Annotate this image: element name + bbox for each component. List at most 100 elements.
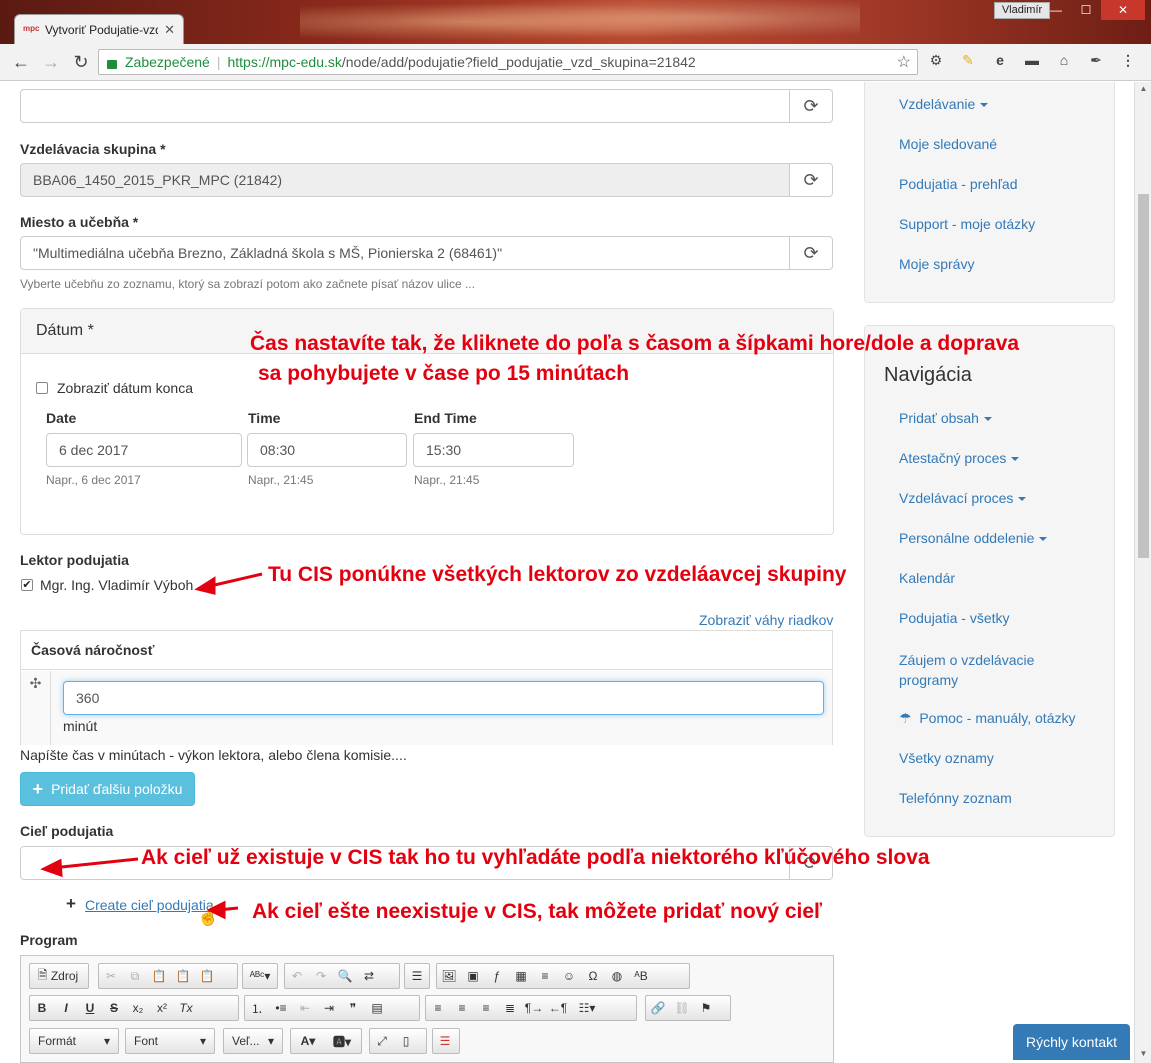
scroll-down-arrow-icon[interactable]: ▼	[1135, 1049, 1151, 1058]
show-blocks-icon[interactable]: ▯	[394, 1029, 418, 1053]
sidebar-item-education-process[interactable]: Vzdelávací proces	[899, 490, 1027, 506]
forward-arrow-icon[interactable]: →	[36, 52, 66, 73]
paste-text-icon[interactable]: 📋	[171, 964, 195, 988]
create-goal-link[interactable]: Create cieľ podujatia	[85, 897, 214, 913]
address-bar[interactable]: Zabezpečené | https://mpc-edu.sk/node/ad…	[98, 49, 918, 75]
iframe-icon[interactable]: ◍	[605, 964, 629, 988]
copy-icon[interactable]: ⧉	[123, 964, 147, 988]
edge-extension-icon[interactable]: e	[990, 52, 1010, 68]
sidebar-item-add-content[interactable]: Pridať obsah	[899, 410, 992, 426]
close-window-button[interactable]: ✕	[1101, 0, 1145, 20]
justify-icon[interactable]: ≣	[498, 996, 522, 1020]
anchor-flag-icon[interactable]: ⚑	[694, 996, 718, 1020]
sidebar-item-hr[interactable]: Personálne oddelenie	[899, 530, 1048, 546]
sidebar-item-help[interactable]: ☂ Pomoc - manuály, otázky	[899, 710, 1075, 727]
blockquote-icon[interactable]: ❞	[341, 996, 365, 1020]
remove-format-icon[interactable]: Tx	[174, 996, 198, 1020]
group-input[interactable]: BBA06_1450_2015_PKR_MPC (21842)	[20, 163, 790, 197]
reload-icon[interactable]: ↻	[66, 52, 96, 73]
align-left-icon[interactable]: ≡	[426, 996, 450, 1020]
sidebar-item-support[interactable]: Support - moje otázky	[899, 216, 1035, 232]
indent-icon[interactable]: ⇥	[317, 996, 341, 1020]
undo-icon[interactable]: ↶	[285, 964, 309, 988]
show-end-date-checkbox[interactable]	[36, 382, 48, 394]
maximize-icon[interactable]: ⤢	[370, 1029, 394, 1053]
page-break-icon[interactable]: ☰	[433, 1029, 457, 1053]
sidebar-item-education[interactable]: Vzdelávanie	[899, 96, 989, 112]
bidi-menu-icon[interactable]: ☷▾	[570, 996, 604, 1020]
refresh-icon[interactable]: ⟳	[790, 89, 833, 123]
back-arrow-icon[interactable]: ←	[6, 52, 36, 73]
browser-tab[interactable]: mpc Vytvoriť Podujatie-vzdelavanie ✕	[14, 14, 184, 44]
refresh-icon[interactable]: ⟳	[790, 236, 833, 270]
drag-handle-icon[interactable]: ✣	[21, 671, 51, 745]
spellcheck-icon[interactable]: ᴬᴮᶜ▾	[243, 964, 277, 988]
background-color-icon[interactable]: 🅰▾	[325, 1029, 359, 1053]
underline-icon[interactable]: U	[78, 996, 102, 1020]
outdent-icon[interactable]: ⇤	[293, 996, 317, 1020]
redo-icon[interactable]: ↷	[309, 964, 333, 988]
bulleted-list-icon[interactable]: •≡	[269, 996, 293, 1020]
align-right-icon[interactable]: ≡	[474, 996, 498, 1020]
sidebar-item-events-overview[interactable]: Podujatia - prehľad	[899, 176, 1018, 192]
refresh-icon[interactable]: ⟳	[790, 163, 833, 197]
top-autocomplete-input[interactable]	[20, 89, 790, 123]
unlink-icon[interactable]: ⛓	[670, 996, 694, 1020]
text-color-icon[interactable]: A▾	[291, 1029, 325, 1053]
place-input[interactable]: "Multimediálna učebňa Brezno, Základná š…	[20, 236, 790, 270]
select-all-icon[interactable]: ☰	[405, 964, 429, 988]
paste-word-icon[interactable]: 📋	[195, 964, 219, 988]
language-icon[interactable]: ᴬB	[629, 964, 653, 988]
smiley-icon[interactable]: ☺	[557, 964, 581, 988]
link-icon[interactable]: 🔗	[646, 996, 670, 1020]
rtl-icon[interactable]: ←¶	[546, 996, 570, 1020]
sidebar-item-calendar[interactable]: Kalendár	[899, 570, 955, 586]
cut-icon[interactable]: ✂	[99, 964, 123, 988]
settings-gear-extension-icon[interactable]: ⚙	[926, 52, 946, 69]
page-scrollbar[interactable]: ▲ ▼	[1134, 82, 1151, 1063]
size-select[interactable]: Veľ... ▾	[223, 1028, 283, 1054]
pen-extension-icon[interactable]: ✒	[1086, 52, 1106, 69]
show-row-weights-link[interactable]: Zobraziť váhy riadkov	[699, 612, 833, 628]
add-item-button[interactable]: + Pridať ďalšiu položku	[20, 772, 195, 806]
end-time-input[interactable]: 15:30	[413, 433, 574, 467]
sidebar-item-messages[interactable]: Moje správy	[899, 256, 974, 272]
sidebar-item-notices[interactable]: Všetky oznamy	[899, 750, 994, 766]
numbered-list-icon[interactable]: ⒈	[245, 996, 269, 1020]
font-select[interactable]: Font ▾	[125, 1028, 215, 1054]
superscript-icon[interactable]: x²	[150, 996, 174, 1020]
replace-icon[interactable]: ⇄	[357, 964, 381, 988]
sidebar-item-watched[interactable]: Moje sledované	[899, 136, 997, 152]
bold-icon[interactable]: B	[30, 996, 54, 1020]
source-button[interactable]: 🗎 Zdroj	[30, 964, 86, 988]
ltr-icon[interactable]: ¶→	[522, 996, 546, 1020]
menu-dots-icon[interactable]: ⋮	[1118, 52, 1138, 69]
scroll-up-arrow-icon[interactable]: ▲	[1135, 84, 1151, 93]
div-container-icon[interactable]: ▤	[365, 996, 389, 1020]
time-input[interactable]: 08:30	[247, 433, 407, 467]
align-center-icon[interactable]: ≡	[450, 996, 474, 1020]
format-select[interactable]: Formát ▾	[29, 1028, 119, 1054]
strike-icon[interactable]: S	[102, 996, 126, 1020]
special-char-icon[interactable]: Ω	[581, 964, 605, 988]
scrollbar-thumb[interactable]	[1138, 194, 1149, 558]
highlighter-extension-icon[interactable]: ✎	[958, 52, 978, 69]
quick-contact-button[interactable]: Rýchly kontakt	[1013, 1024, 1130, 1060]
pdf-extension-icon[interactable]: ⌂	[1054, 52, 1074, 68]
sidebar-item-all-events[interactable]: Podujatia - všetky	[899, 610, 1010, 626]
horizontal-line-icon[interactable]: ≡	[533, 964, 557, 988]
sidebar-item-interest[interactable]: Záujem o vzdelávacie programy	[899, 650, 1049, 690]
minimize-button[interactable]: —	[1041, 0, 1071, 20]
sidebar-item-phonebook[interactable]: Telefónny zoznam	[899, 790, 1012, 806]
image-icon[interactable]: 🖼	[437, 964, 461, 988]
italic-icon[interactable]: I	[54, 996, 78, 1020]
gallery-icon[interactable]: ▣	[461, 964, 485, 988]
subscript-icon[interactable]: x₂	[126, 996, 150, 1020]
date-input[interactable]: 6 dec 2017	[46, 433, 242, 467]
time-demand-input[interactable]: 360	[63, 681, 824, 715]
maximize-button[interactable]: ☐	[1071, 0, 1101, 20]
flash-icon[interactable]: ƒ	[485, 964, 509, 988]
bookmark-star-icon[interactable]: ☆	[897, 52, 911, 72]
find-icon[interactable]: 🔍	[333, 964, 357, 988]
keyboard-extension-icon[interactable]: ▬	[1022, 52, 1042, 68]
